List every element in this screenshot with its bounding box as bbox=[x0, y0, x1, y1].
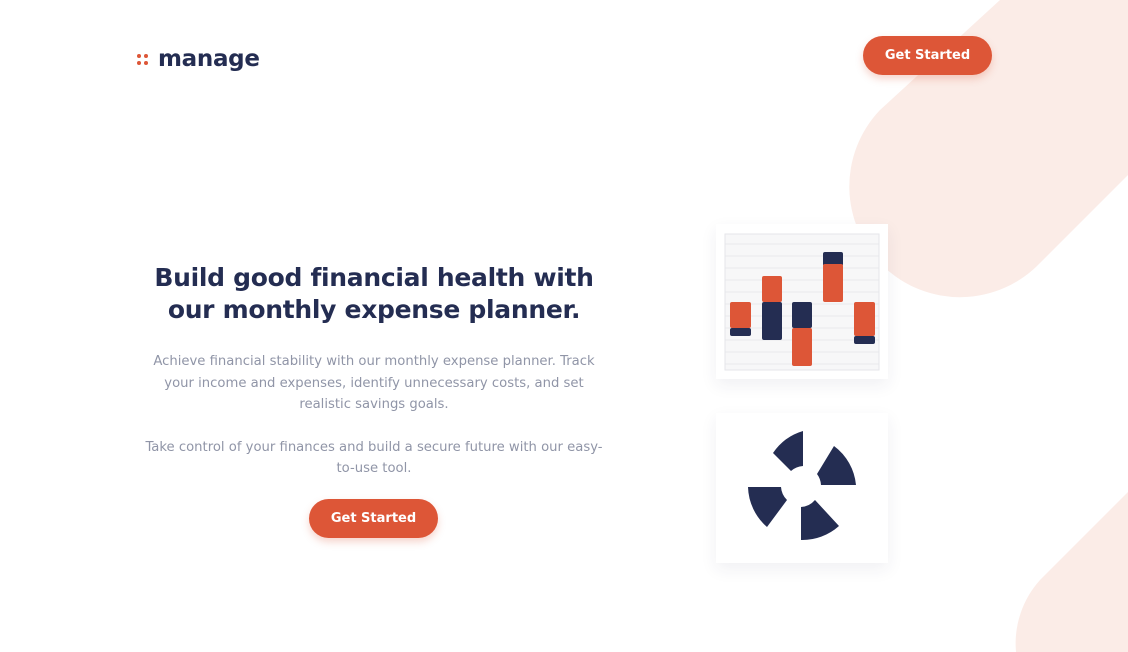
ring-segment-top bbox=[773, 431, 803, 471]
chart-bar-4-orange bbox=[823, 264, 843, 302]
hero-paragraph-2: Take control of your finances and build … bbox=[145, 439, 603, 477]
chart-bar-2-navy bbox=[762, 302, 782, 340]
chart-bar-4-navy bbox=[823, 252, 843, 266]
header-get-started-button[interactable]: Get Started bbox=[863, 36, 992, 75]
ring-segment-left bbox=[748, 487, 787, 527]
chart-card bbox=[716, 224, 888, 379]
bg-pill-bottom-right bbox=[1015, 492, 1128, 652]
logo-text: manage bbox=[158, 46, 260, 72]
stacked-bar-chart-illustration bbox=[724, 233, 880, 371]
ring-segment-bottom-right bbox=[801, 500, 839, 541]
chart-bar-1-orange bbox=[730, 302, 751, 328]
hero-get-started-label: Get Started bbox=[330, 511, 417, 526]
chart-bar-5-navy bbox=[854, 336, 875, 344]
chart-bar-3-orange bbox=[792, 328, 812, 366]
logo[interactable]: manage bbox=[137, 45, 260, 73]
ring-segment-right bbox=[817, 446, 856, 485]
hero-paragraph-1: Achieve financial stability with our mon… bbox=[153, 354, 595, 412]
header-get-started-label: Get Started bbox=[884, 48, 971, 63]
hero-title-line1: Build good financial health with bbox=[154, 263, 594, 292]
hero-title: Build good financial health with our mon… bbox=[140, 262, 608, 326]
segmented-ring-illustration bbox=[748, 431, 856, 541]
logo-mark-icon bbox=[137, 52, 151, 66]
landing-page: manage Get Started Build good financial … bbox=[0, 0, 1128, 652]
chart-bar-2-orange bbox=[762, 276, 782, 302]
hero-section: Build good financial health with our mon… bbox=[140, 262, 608, 480]
hero-get-started-button[interactable]: Get Started bbox=[309, 499, 438, 538]
donut-card bbox=[716, 413, 888, 563]
chart-bar-1-navy bbox=[730, 328, 751, 336]
chart-bar-5-orange bbox=[854, 302, 875, 336]
hero-title-line2: our monthly expense planner. bbox=[167, 295, 581, 324]
chart-bar-3-navy bbox=[792, 302, 812, 328]
